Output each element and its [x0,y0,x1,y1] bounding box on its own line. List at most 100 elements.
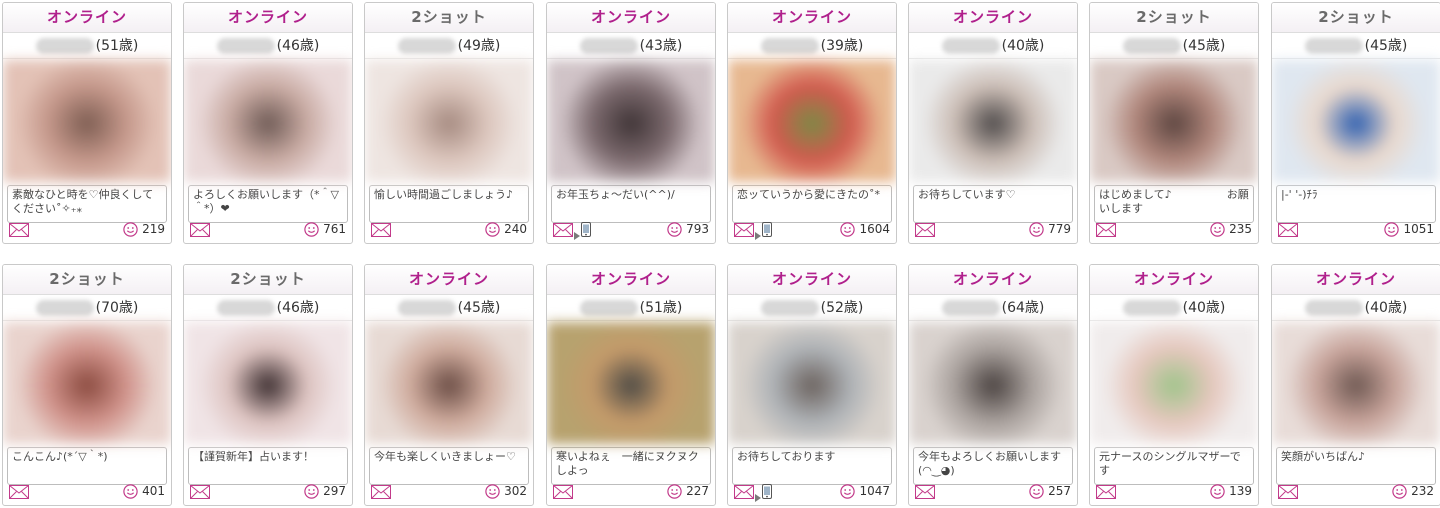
age-label: (45歳) [1182,38,1226,54]
phone-group [754,221,772,240]
profile-card[interactable]: オンライン (52歳) お待ちしております 1047 [727,264,897,506]
mail-icon[interactable] [9,484,29,499]
mail-icon[interactable] [190,484,210,499]
profile-photo[interactable] [1272,322,1440,444]
name-age-row: (64歳) [909,295,1077,321]
mail-icon[interactable] [190,222,210,237]
profile-photo[interactable] [365,322,533,444]
phone-icon[interactable] [762,221,772,237]
profile-photo[interactable] [3,322,171,444]
profile-card[interactable]: オンライン (40歳) 元ナースのシングルマザーです 139 [1089,264,1259,506]
mail-icon[interactable] [1278,222,1298,237]
point-count: 1604 [859,222,890,236]
profile-photo[interactable] [365,60,533,182]
blurred-name [397,38,456,54]
profile-card[interactable]: オンライン (39歳) 恋ッていうから愛にきたの˚* 1604 [727,2,897,244]
mail-icon[interactable] [371,484,391,499]
age-label: (52歳) [820,300,864,316]
status-label[interactable]: 2ショット [365,3,533,33]
status-label[interactable]: オンライン [1272,265,1440,295]
profile-message: 恋ッていうから愛にきたの˚* [732,185,892,223]
blurred-name [216,38,275,54]
status-label[interactable]: オンライン [365,265,533,295]
status-label[interactable]: オンライン [1090,265,1258,295]
blurred-name [941,300,1000,316]
smile-icon [840,483,856,499]
point-count: 401 [142,484,165,498]
mail-icon[interactable] [553,484,573,499]
profile-card[interactable]: オンライン (64歳) 今年もよろしくお願いします(◠‿◕) 257 [908,264,1078,506]
point-count: 1047 [859,484,890,498]
smile-icon [1029,483,1044,499]
status-label[interactable]: 2ショット [3,265,171,295]
profile-card[interactable]: 2ショット (49歳) 愉しい時間過ごしましょう♪ 240 [364,2,534,244]
card-actions: 257 [915,483,1071,499]
profile-message: こんこん♪(*´▽｀*) [7,447,167,485]
profile-card[interactable]: オンライン (51歳) 素敵なひと時を♡仲良くしてください˚✧₊⁎ 219 [2,2,172,244]
profile-photo[interactable] [184,60,352,182]
mail-icon[interactable] [915,484,935,499]
mail-icon[interactable] [1096,222,1116,237]
profile-photo[interactable] [728,60,896,182]
profile-card[interactable]: 2ショット (45歳) はじめまして♪ お願いします 235 [1089,2,1259,244]
profile-card[interactable]: オンライン (40歳) お待ちしています♡ 779 [908,2,1078,244]
status-label[interactable]: 2ショット [1272,3,1440,33]
profile-card[interactable]: 2ショット (46歳) 【謹賀新年】占います！ 297 [183,264,353,506]
profile-photo[interactable] [3,60,171,182]
status-label[interactable]: オンライン [547,265,715,295]
smile-icon [304,483,319,499]
blurred-name [35,38,94,54]
mail-icon[interactable] [9,222,29,237]
profile-photo[interactable] [1090,322,1258,444]
status-label[interactable]: オンライン [184,3,352,33]
status-label[interactable]: 2ショット [1090,3,1258,33]
profile-photo[interactable] [909,322,1077,444]
profile-photo[interactable] [1090,60,1258,182]
name-age-row: (39歳) [728,33,896,59]
mail-icon[interactable] [734,222,754,237]
mail-icon[interactable] [1096,484,1116,499]
name-age-row: (40歳) [1272,295,1440,321]
blurred-name [579,38,638,54]
status-label[interactable]: オンライン [728,3,896,33]
name-age-row: (70歳) [3,295,171,321]
name-age-row: (51歳) [3,33,171,59]
blurred-name [216,300,275,316]
mail-icon[interactable] [553,222,573,237]
profile-card[interactable]: 2ショット (70歳) こんこん♪(*´▽｀*) 401 [2,264,172,506]
profile-card[interactable]: オンライン (51歳) 寒いよねぇ 一緒にヌクヌクしよっ 227 [546,264,716,506]
card-actions: 1604 [734,221,890,240]
status-label[interactable]: オンライン [909,3,1077,33]
mail-icon[interactable] [1278,484,1298,499]
age-label: (45歳) [457,300,501,316]
card-actions: 1047 [734,483,890,502]
profile-card[interactable]: オンライン (40歳) 笑顔がいちばん♪ 232 [1271,264,1440,506]
phone-icon[interactable] [762,483,772,499]
profile-message: はじめまして♪ お願いします [1094,185,1254,223]
mail-icon[interactable] [915,222,935,237]
status-label[interactable]: オンライン [728,265,896,295]
status-label[interactable]: オンライン [3,3,171,33]
point-count: 779 [1048,222,1071,236]
profile-photo[interactable] [728,322,896,444]
profile-photo[interactable] [547,322,715,444]
profile-message: 愉しい時間過ごしましょう♪ [369,185,529,223]
status-label[interactable]: 2ショット [184,265,352,295]
profile-card[interactable]: オンライン (45歳) 今年も楽しくいきましょー♡ 302 [364,264,534,506]
profile-photo[interactable] [184,322,352,444]
phone-icon[interactable] [581,221,591,237]
status-label[interactable]: オンライン [547,3,715,33]
profile-card[interactable]: オンライン (46歳) よろしくお願いします（*＾▽＾*）❤ 761 [183,2,353,244]
profile-photo[interactable] [909,60,1077,182]
age-label: (51歳) [639,300,683,316]
profile-photo[interactable] [547,60,715,182]
name-age-row: (40歳) [1090,295,1258,321]
mail-icon[interactable] [371,222,391,237]
age-label: (45歳) [1364,38,1408,54]
status-label[interactable]: オンライン [909,265,1077,295]
profile-card[interactable]: オンライン (43歳) お年玉ちょ～だい(^^)/ 793 [546,2,716,244]
profile-photo[interactable] [1272,60,1440,182]
profile-card[interactable]: 2ショット (45歳) |-' '-)ﾁﾗ 1051 [1271,2,1440,244]
blurred-name [941,38,1000,54]
mail-icon[interactable] [734,484,754,499]
